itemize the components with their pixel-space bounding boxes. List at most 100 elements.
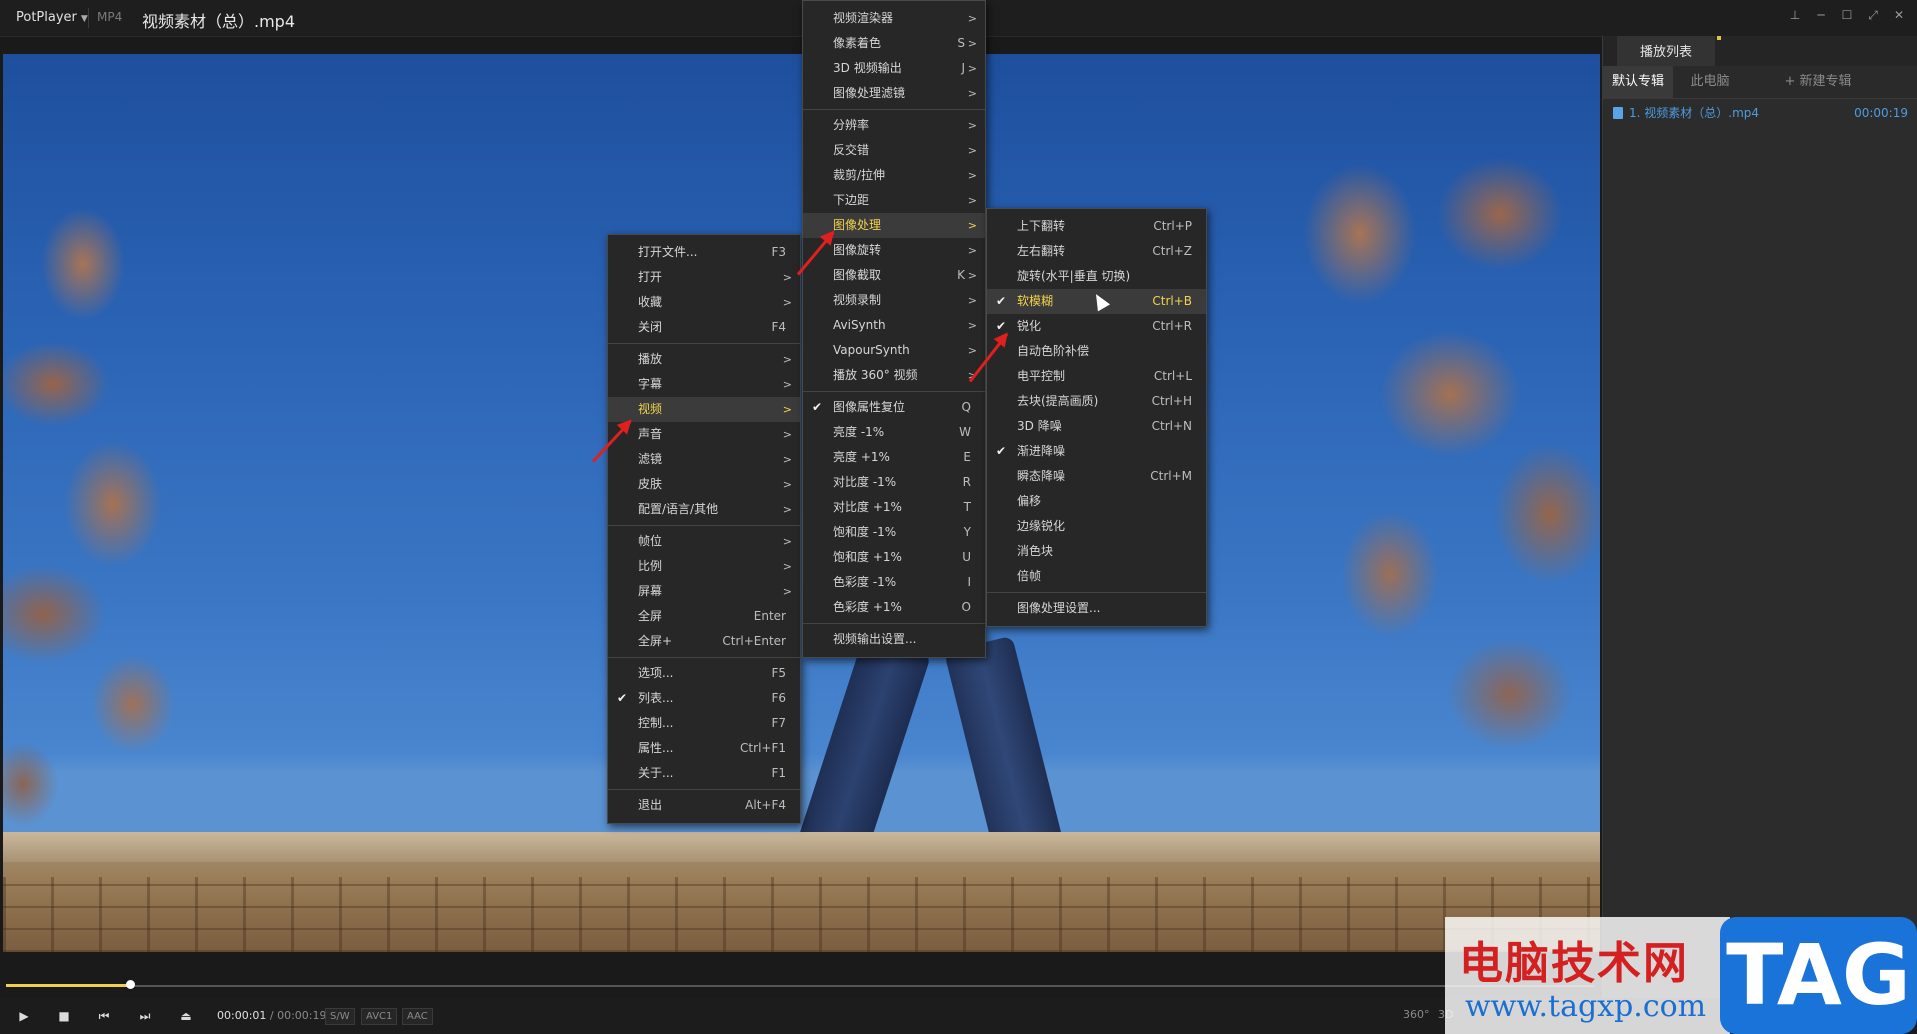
audio-codec-badge[interactable]: AAC (402, 1008, 433, 1025)
video-menu-item[interactable]: 播放 360° 视频> (803, 363, 985, 388)
image-menu-item[interactable]: 倍帧 (987, 564, 1206, 589)
video-menu-item[interactable]: 反交错 > (803, 138, 985, 163)
video-menu-item[interactable]: 下边距 > (803, 188, 985, 213)
video-menu-item-label: 对比度 -1% (833, 475, 897, 489)
image-menu-item[interactable]: 瞬态降噪 Ctrl+M (987, 464, 1206, 489)
play-icon[interactable]: ▶ (16, 1008, 32, 1024)
seek-track[interactable] (6, 985, 1594, 987)
main-menu-item[interactable]: 全屏+ Ctrl+Enter (608, 629, 800, 654)
main-menu-item[interactable]: 声音 > (608, 422, 800, 447)
image-menu-item[interactable]: 左右翻转 Ctrl+Z (987, 239, 1206, 264)
main-menu-item-label: 屏幕 (638, 584, 663, 598)
image-menu-item[interactable]: 3D 降噪 Ctrl+N (987, 414, 1206, 439)
main-menu-item-label: 全屏+ (638, 634, 673, 648)
main-menu-item[interactable]: 全屏 Enter (608, 604, 800, 629)
eject-icon[interactable]: ⏏ (178, 1008, 194, 1024)
main-menu-item[interactable]: ✔ 列表... F6 (608, 686, 800, 711)
seek-bar[interactable] (0, 972, 1600, 998)
video-menu-item[interactable]: 3D 视频输出 J > (803, 56, 985, 81)
divider (88, 8, 89, 28)
main-menu-item[interactable]: 退出 Alt+F4 (608, 793, 800, 818)
video-menu-item-label: 3D 视频输出 (833, 61, 902, 75)
decoder-badge[interactable]: S/W (325, 1008, 355, 1025)
main-menu-item[interactable]: 字幕 > (608, 372, 800, 397)
video-menu-item[interactable]: 像素着色 S > (803, 31, 985, 56)
image-menu-item[interactable]: 电平控制 Ctrl+L (987, 364, 1206, 389)
video-menu-item[interactable]: ✔ 图像属性复位 Q (803, 395, 985, 420)
video-menu-item[interactable]: 色彩度 +1% O (803, 595, 985, 620)
main-menu-item-label: 打开 (638, 270, 663, 284)
video-menu-item[interactable]: 视频输出设置... (803, 627, 985, 652)
close-icon[interactable]: ✕ (1893, 8, 1905, 22)
video-menu-item[interactable]: 对比度 +1% T (803, 495, 985, 520)
image-menu-item[interactable]: 图像处理设置... (987, 596, 1206, 621)
video-menu-item[interactable]: 视频录制 > (803, 288, 985, 313)
video-menu-item[interactable]: 视频渲染器 > (803, 6, 985, 31)
image-menu-item[interactable]: 旋转(水平|垂直 切换) (987, 264, 1206, 289)
video-menu-item[interactable]: 饱和度 +1% U (803, 545, 985, 570)
main-menu-item[interactable]: 关于... F1 (608, 761, 800, 786)
main-menu-item[interactable]: 滤镜 > (608, 447, 800, 472)
image-menu-item[interactable]: 上下翻转 Ctrl+P (987, 214, 1206, 239)
main-menu-item[interactable]: 选项... F5 (608, 661, 800, 686)
video-menu-item[interactable]: 饱和度 -1% Y (803, 520, 985, 545)
main-menu-item[interactable]: 控制... F7 (608, 711, 800, 736)
previous-icon[interactable]: ⏮ (96, 1008, 112, 1024)
image-menu-item[interactable]: 偏移 (987, 489, 1206, 514)
video-menu-item[interactable]: VapourSynth > (803, 338, 985, 363)
video-menu-item-label: 图像处理滤镜 (833, 86, 906, 100)
video-menu-item[interactable]: 亮度 +1% E (803, 445, 985, 470)
main-menu-item[interactable]: 收藏 > (608, 290, 800, 315)
vr-360-button[interactable]: 360° (1403, 1008, 1430, 1021)
image-menu-item[interactable]: 边缘锐化 (987, 514, 1206, 539)
tab-playlist[interactable]: 播放列表 (1617, 36, 1721, 68)
new-album-button[interactable]: + 新建专辑 (1773, 66, 1863, 98)
fullscreen-icon[interactable]: ⤢ (1867, 8, 1879, 22)
main-menu-item[interactable]: 帧位 > (608, 529, 800, 554)
image-menu-item[interactable]: ✔ 渐进降噪 (987, 439, 1206, 464)
video-menu-item[interactable]: 对比度 -1% R (803, 470, 985, 495)
video-menu-item[interactable]: 色彩度 -1% I (803, 570, 985, 595)
video-menu-item[interactable]: 亮度 -1% W (803, 420, 985, 445)
image-menu-item-label: 边缘锐化 (1017, 519, 1066, 533)
main-menu-item[interactable]: 播放 > (608, 347, 800, 372)
main-menu-item[interactable]: 属性... Ctrl+F1 (608, 736, 800, 761)
main-menu-item[interactable]: 配置/语言/其他 > (608, 497, 800, 522)
video-menu-item-label: 色彩度 +1% (833, 600, 902, 614)
maximize-icon[interactable]: ☐ (1841, 8, 1853, 22)
pin-icon[interactable]: ⊥ (1789, 8, 1801, 22)
next-icon[interactable]: ⏭ (137, 1008, 153, 1024)
video-menu-item[interactable]: 裁剪/拉伸 > (803, 163, 985, 188)
checkmark-icon: ✔ (812, 400, 823, 414)
video-menu-item[interactable]: 图像截取 K > (803, 263, 985, 288)
tab-default-album[interactable]: 默认专辑 (1603, 66, 1673, 98)
video-menu-item-label: 反交错 (833, 143, 870, 157)
stop-icon[interactable]: ■ (56, 1008, 72, 1024)
minimize-icon[interactable]: ─ (1815, 8, 1827, 22)
chevron-right-icon: > (967, 169, 977, 182)
chevron-right-icon: > (782, 403, 792, 416)
playlist-item[interactable]: 1. 视频素材（总）.mp4 00:00:19 (1613, 102, 1908, 124)
image-menu-item[interactable]: 去块(提高画质) Ctrl+H (987, 389, 1206, 414)
chevron-right-icon: > (967, 244, 977, 257)
main-menu-item[interactable]: 打开文件... F3 (608, 240, 800, 265)
image-menu-item[interactable]: 自动色阶补偿 (987, 339, 1206, 364)
video-menu-item[interactable]: 图像处理滤镜 > (803, 81, 985, 106)
main-menu-item[interactable]: 视频 > (608, 397, 800, 422)
video-menu-item[interactable]: AviSynth > (803, 313, 985, 338)
video-menu-item-label: 饱和度 -1% (833, 525, 897, 539)
image-menu-item[interactable]: ✔ 锐化 Ctrl+R (987, 314, 1206, 339)
video-menu-item[interactable]: 分辨率 > (803, 113, 985, 138)
main-menu-item[interactable]: 打开 > (608, 265, 800, 290)
chevron-right-icon: > (967, 269, 977, 282)
main-menu-item[interactable]: 皮肤 > (608, 472, 800, 497)
video-codec-badge[interactable]: AVC1 (361, 1008, 398, 1025)
seek-thumb[interactable] (125, 980, 135, 989)
main-menu-item[interactable]: 比例 > (608, 554, 800, 579)
main-menu-item[interactable]: 屏幕 > (608, 579, 800, 604)
image-menu-item[interactable]: 消色块 (987, 539, 1206, 564)
image-menu-item-shortcut: Ctrl+N (1151, 419, 1192, 433)
tab-this-pc[interactable]: 此电脑 (1675, 66, 1745, 98)
main-menu-item[interactable]: 关闭 F4 (608, 315, 800, 340)
app-menu-button[interactable]: PotPlayer ▼ (8, 7, 96, 29)
